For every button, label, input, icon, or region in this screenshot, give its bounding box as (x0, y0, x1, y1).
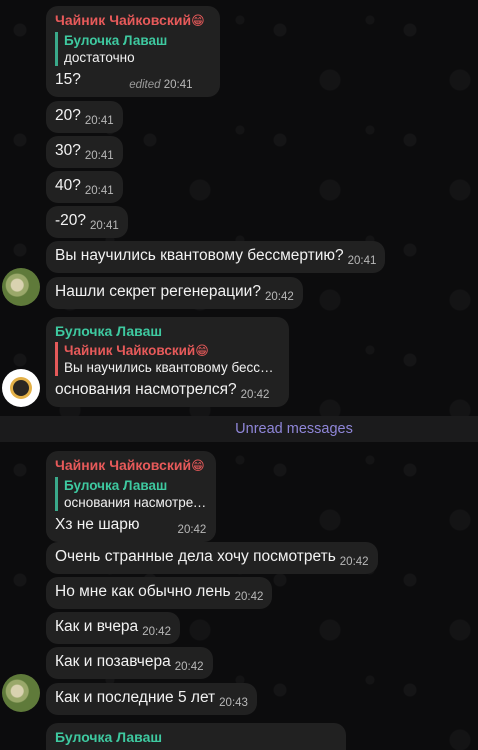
message-time: 20:41 (84, 150, 114, 162)
message-bubble[interactable]: 40? 20:41 (46, 171, 123, 203)
user-avatar[interactable] (2, 369, 40, 407)
message-text: Нашли секрет регенерации? (55, 283, 261, 300)
user-avatar[interactable] (2, 268, 40, 306)
message-bubble[interactable]: Чайник Чайковский😁 Булочка Лаваш основан… (46, 451, 216, 542)
message-bubble[interactable]: Очень странные дела хочу посмотреть 20:42 (46, 542, 378, 574)
grin-emoji-icon: 😁 (195, 343, 209, 358)
message-bubble[interactable]: 30? 20:41 (46, 136, 123, 168)
message-list[interactable]: Чайник Чайковский😁 Булочка Лаваш достато… (0, 0, 478, 750)
message-time: 20:42 (142, 626, 171, 638)
message-text: Вы научились квантовому бессмертию? (55, 247, 344, 264)
message-bubble[interactable]: Как и последние 5 лет 20:43 (46, 683, 257, 715)
sun-icon (13, 380, 29, 396)
reply-quote[interactable]: Чайник Чайковский😁 Вы научились квантово… (55, 342, 280, 376)
sender-name[interactable]: Булочка Лаваш (55, 322, 280, 340)
grin-emoji-icon: 😁 (191, 13, 205, 28)
message-text: Как и позавчера (55, 653, 171, 670)
message-text: 20? (55, 107, 81, 124)
message-bubble[interactable]: -20? 20:41 (46, 206, 128, 238)
message-text: 30? (55, 142, 81, 159)
edited-label: edited (129, 79, 161, 91)
reply-quote[interactable]: Булочка Лаваш достаточно (55, 32, 211, 66)
message-time: 20:41 (84, 115, 114, 127)
message-bubble[interactable]: Нашли секрет регенерации? 20:42 (46, 277, 303, 309)
reply-sender-name: Булочка Лаваш (64, 478, 168, 493)
sender-name[interactable]: Чайник Чайковский😁 (55, 456, 207, 475)
message-time: 20:42 (177, 524, 207, 536)
message-bubble[interactable]: Булочка Лаваш (46, 723, 346, 750)
message-text: Как и вчера (55, 618, 139, 635)
message-text: Очень странные дела хочу посмотреть (55, 548, 336, 565)
message-text: Но мне как обычно лень (55, 583, 231, 600)
reply-sender-name: Булочка Лаваш (64, 33, 168, 48)
message-meta: edited 20:41 (129, 79, 192, 91)
user-avatar[interactable] (2, 674, 40, 712)
reply-text: основания насмотрелся? (64, 495, 207, 510)
message-text: 40? (55, 177, 81, 194)
message-time: 20:42 (339, 556, 369, 568)
message-bubble[interactable]: Но мне как обычно лень 20:42 (46, 577, 273, 609)
reply-text: достаточно (64, 50, 135, 65)
grin-emoji-icon: 😁 (191, 458, 205, 473)
message-time: 20:41 (90, 220, 119, 232)
message-text: основания насмотрелся? (55, 381, 237, 398)
message-time: 20:41 (84, 185, 114, 197)
message-bubble[interactable]: Вы научились квантовому бессмертию? 20:41 (46, 241, 386, 273)
message-bubble[interactable]: Как и позавчера 20:42 (46, 647, 213, 679)
message-time: 20:42 (264, 291, 294, 303)
message-text: Хз не шарю (55, 516, 140, 533)
message-time: 20:42 (240, 389, 270, 401)
message-time: 20:41 (347, 255, 377, 267)
message-time: 20:43 (219, 697, 248, 709)
message-bubble[interactable]: Как и вчера 20:42 (46, 612, 180, 644)
message-text: Как и последние 5 лет (55, 689, 216, 706)
message-bubble[interactable]: 20? 20:41 (46, 101, 123, 133)
unread-label: Unread messages (235, 421, 353, 437)
reply-sender-name: Чайник Чайковский😁 (64, 343, 209, 358)
sender-name[interactable]: Чайник Чайковский😁 (55, 11, 211, 30)
message-bubble[interactable]: Булочка Лаваш Чайник Чайковский😁 Вы науч… (46, 317, 289, 407)
message-bubble[interactable]: Чайник Чайковский😁 Булочка Лаваш достато… (46, 6, 220, 97)
message-time: 20:41 (163, 79, 193, 91)
message-text: 15? (55, 71, 81, 88)
reply-text: Вы научились квантовому бессмертию? (64, 360, 280, 375)
message-time: 20:42 (234, 591, 264, 603)
unread-messages-divider: Unread messages (0, 416, 478, 442)
reply-quote[interactable]: Булочка Лаваш основания насмотрелся? (55, 477, 207, 511)
message-time: 20:42 (174, 661, 204, 673)
message-text: -20? (55, 212, 87, 229)
sender-name[interactable]: Булочка Лаваш (55, 728, 337, 746)
